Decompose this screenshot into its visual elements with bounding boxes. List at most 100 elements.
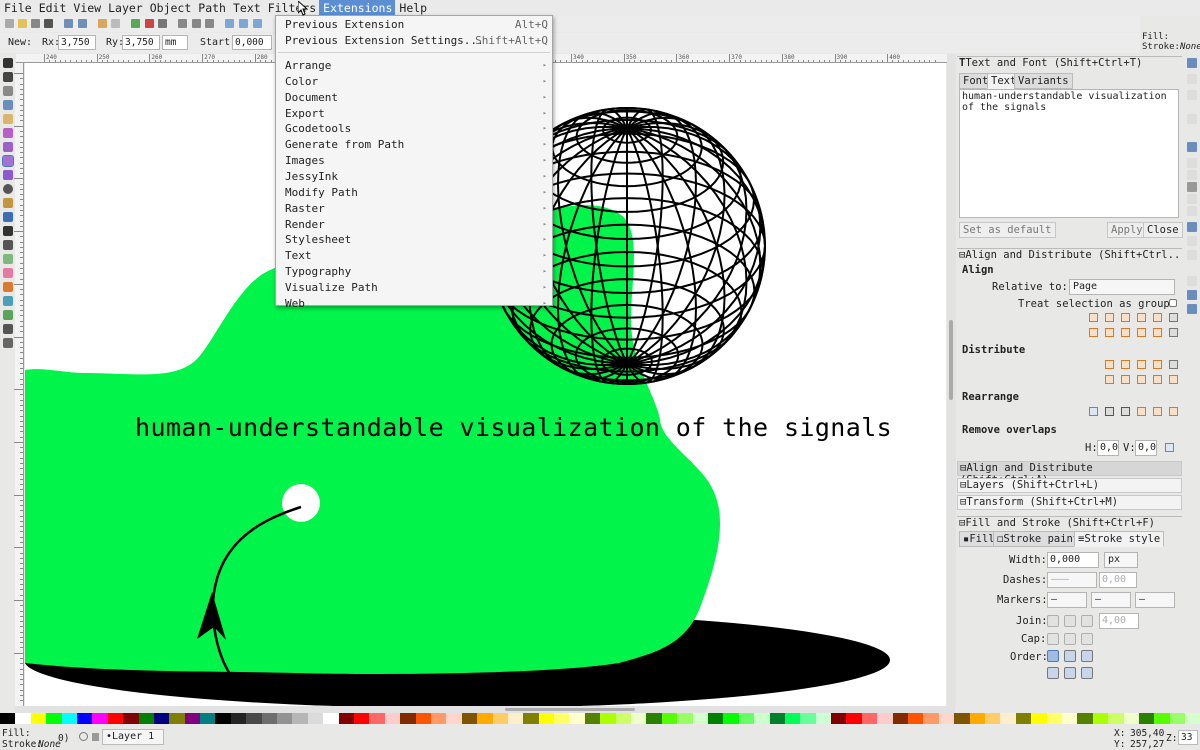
- menu-filters[interactable]: Filters: [264, 0, 319, 16]
- mesh-tool-icon[interactable]: [3, 310, 13, 320]
- vertical-scrollbar[interactable]: [947, 54, 956, 706]
- unit-select[interactable]: mm: [162, 35, 188, 50]
- lock-icon[interactable]: [92, 733, 99, 741]
- menu-item-previous-extension[interactable]: Previous Extension Alt+Q: [276, 17, 552, 32]
- palette-swatch[interactable]: [1046, 713, 1062, 724]
- visibility-icon[interactable]: [79, 732, 88, 741]
- palette-swatch[interactable]: [492, 713, 508, 724]
- palette-swatch[interactable]: [353, 713, 370, 724]
- submenu-text[interactable]: Text ▸: [276, 248, 552, 263]
- palette-swatch[interactable]: [184, 713, 201, 724]
- stroke-width-unit-select[interactable]: px: [1104, 552, 1138, 568]
- tweak-tool-icon[interactable]: [3, 86, 13, 96]
- distribute-center-v-icon[interactable]: [1121, 375, 1130, 384]
- palette-swatch[interactable]: [1154, 713, 1170, 724]
- palette-swatch[interactable]: [30, 713, 47, 724]
- palette-swatch[interactable]: [1092, 713, 1109, 724]
- palette-swatch[interactable]: [461, 713, 478, 724]
- calligraphy-tool-icon[interactable]: [3, 226, 13, 236]
- order-fill-stroke-markers-icon[interactable]: [1047, 650, 1059, 662]
- palette-swatch[interactable]: [76, 713, 93, 724]
- palette-swatch[interactable]: [784, 713, 801, 724]
- menu-layer[interactable]: Layer: [104, 0, 146, 16]
- palette-swatch[interactable]: [338, 713, 354, 724]
- cap-round-icon[interactable]: [1064, 633, 1076, 645]
- align-left-icon[interactable]: [1105, 313, 1114, 322]
- mid-marker-select[interactable]: —: [1091, 592, 1131, 608]
- palette-swatch[interactable]: [415, 713, 431, 724]
- align-text-baseline-icon[interactable]: [1169, 313, 1178, 322]
- tab-stroke-style[interactable]: ≡Stroke style: [1074, 531, 1165, 547]
- open-icon[interactable]: [18, 19, 27, 28]
- palette-swatch[interactable]: [831, 713, 847, 724]
- submenu-visualize-path[interactable]: Visualize Path ▸: [276, 280, 552, 295]
- snap-nodes-icon[interactable]: [1187, 142, 1197, 152]
- distribute-right-icon[interactable]: [1137, 360, 1146, 369]
- overlap-h-input[interactable]: 0,0: [1097, 440, 1119, 456]
- palette-swatch[interactable]: [307, 713, 324, 724]
- menu-file[interactable]: File: [0, 0, 35, 16]
- randomize-centers-icon[interactable]: [1153, 407, 1162, 416]
- distribute-center-h-icon[interactable]: [1121, 360, 1130, 369]
- palette-swatch[interactable]: [584, 713, 601, 724]
- tab-variants[interactable]: Variants: [1014, 73, 1073, 89]
- spray-tool-icon[interactable]: [3, 254, 13, 264]
- zoom-drawing-icon[interactable]: [192, 19, 201, 28]
- dashes-pattern-select[interactable]: ———: [1047, 572, 1097, 588]
- rect-tool-icon[interactable]: [3, 128, 13, 138]
- palette-swatch[interactable]: [246, 713, 262, 724]
- palette-swatch[interactable]: [969, 713, 985, 724]
- distribute-left-icon[interactable]: [1105, 360, 1114, 369]
- pencil-tool-icon[interactable]: [3, 198, 13, 208]
- text-font-panel-title[interactable]: TText and Font (Shift+Ctrl+T): [957, 56, 1182, 70]
- palette-swatch[interactable]: [153, 713, 170, 724]
- palette-swatch[interactable]: [938, 713, 955, 724]
- palette-swatch[interactable]: [430, 713, 447, 724]
- align-bottom-icon[interactable]: [1137, 328, 1146, 337]
- ry-input[interactable]: 3,750: [122, 35, 160, 50]
- submenu-gcodetools[interactable]: Gcodetools ▸: [276, 121, 552, 136]
- selected-style-indicator[interactable]: Fill: Stroke:None: [1138, 32, 1200, 54]
- palette-swatch[interactable]: [46, 713, 62, 724]
- print-icon[interactable]: [44, 19, 53, 28]
- unlink-clone-icon[interactable]: [253, 19, 262, 28]
- submenu-render[interactable]: Render ▸: [276, 217, 552, 232]
- palette-swatch[interactable]: [723, 713, 739, 724]
- exchange-positions-icon[interactable]: [1089, 407, 1098, 416]
- menu-object[interactable]: Object: [146, 0, 195, 16]
- distribute-gaps-h-icon[interactable]: [1153, 360, 1162, 369]
- palette-swatch[interactable]: [692, 713, 708, 724]
- set-as-default-button[interactable]: Set as default: [959, 222, 1056, 238]
- submenu-arrange[interactable]: Arrange ▸: [276, 58, 552, 73]
- zoom-selection-icon[interactable]: [178, 19, 187, 28]
- palette-swatch[interactable]: [677, 713, 693, 724]
- gradient-tool-icon[interactable]: [3, 296, 13, 306]
- export-icon[interactable]: [78, 19, 87, 28]
- snap-bbox-edge-icon[interactable]: [1187, 90, 1197, 100]
- palette-swatch[interactable]: [400, 713, 416, 724]
- copy-icon[interactable]: [131, 19, 140, 28]
- text-edit-area[interactable]: human-understandable visualization of th…: [959, 89, 1179, 218]
- align-left-edge-icon[interactable]: [1153, 313, 1162, 322]
- treat-group-checkbox[interactable]: [1169, 299, 1177, 307]
- align-center-h-icon[interactable]: [1121, 328, 1130, 337]
- palette-swatch[interactable]: [1061, 713, 1078, 724]
- palette-swatch[interactable]: [1031, 713, 1047, 724]
- zoom-input[interactable]: 33: [1178, 730, 1198, 745]
- submenu-modify-path[interactable]: Modify Path ▸: [276, 185, 552, 200]
- palette-swatch[interactable]: [230, 713, 247, 724]
- text-tool-icon[interactable]: [3, 240, 13, 250]
- submenu-jessyink[interactable]: JessyInk ▸: [276, 169, 552, 184]
- submenu-images[interactable]: Images ▸: [276, 153, 552, 168]
- palette-swatch[interactable]: [646, 713, 662, 724]
- miter-limit-input[interactable]: 4,00: [1099, 613, 1139, 629]
- align-panel-title[interactable]: ⊟Align and Distribute (Shift+Ctrl...: [957, 248, 1182, 262]
- snap-smooth-icon[interactable]: [1187, 194, 1197, 204]
- start-input[interactable]: 0,000: [232, 35, 272, 50]
- snap-rotation-center-icon[interactable]: [1187, 236, 1197, 246]
- palette-swatch[interactable]: [707, 713, 724, 724]
- palette-swatch[interactable]: [261, 713, 278, 724]
- palette-swatch[interactable]: [92, 713, 108, 724]
- palette-swatch[interactable]: [846, 713, 862, 724]
- snap-grid-icon[interactable]: [1187, 290, 1197, 300]
